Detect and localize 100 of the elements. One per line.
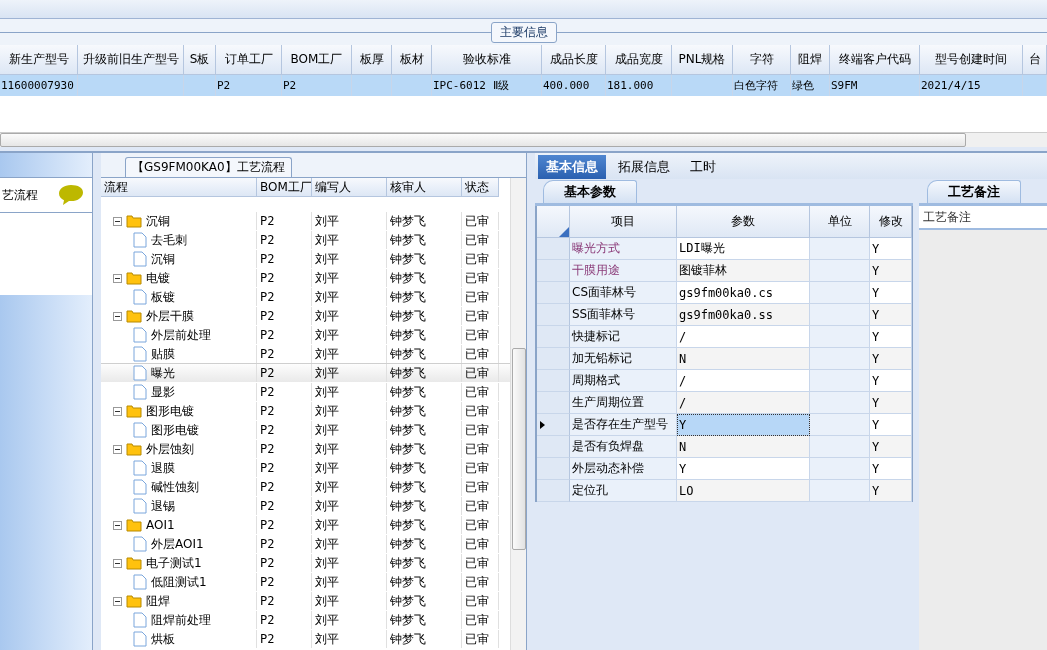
scrollbar-thumb[interactable] — [0, 133, 966, 147]
table-cell: 刘平 — [315, 307, 339, 325]
column-header[interactable]: 项目 — [570, 206, 677, 238]
table-cell: 181.000 — [606, 75, 672, 96]
column-header[interactable]: 核审人 — [387, 178, 462, 197]
node-label: 外层干膜 — [146, 307, 194, 325]
collapse-icon[interactable] — [113, 444, 122, 454]
column-header[interactable]: 板材 — [392, 45, 432, 75]
table-cell[interactable]: Y — [677, 458, 810, 480]
table-cell — [810, 370, 870, 392]
table-cell — [810, 458, 870, 480]
column-header[interactable]: 型号创建时间 — [920, 45, 1023, 75]
table-cell: 刘平 — [315, 611, 339, 629]
column-header[interactable]: 字符 — [733, 45, 791, 75]
table-cell[interactable]: / — [677, 392, 810, 414]
column-header[interactable]: 板厚 — [352, 45, 392, 75]
table-cell: S9FM — [830, 75, 920, 96]
table-cell: P2 — [260, 328, 275, 342]
table-cell — [810, 260, 870, 282]
collapse-icon[interactable] — [113, 311, 122, 321]
collapse-icon[interactable] — [113, 558, 122, 568]
table-cell — [392, 75, 432, 96]
document-icon — [133, 365, 147, 381]
table-cell[interactable]: gs9fm00ka0.ss — [677, 304, 810, 326]
table-cell: P2 — [260, 271, 275, 285]
tab[interactable]: 工艺备注 — [927, 180, 1021, 203]
column-header[interactable]: 状态 — [462, 178, 499, 197]
table-cell: 2021/4/15 — [920, 75, 1023, 96]
table-cell: 钟梦飞 — [390, 383, 426, 401]
table-cell[interactable]: / — [677, 370, 810, 392]
tab[interactable]: 工时 — [682, 155, 724, 179]
column-header[interactable]: 流程 — [101, 178, 257, 197]
column-header[interactable]: BOM工厂 — [282, 45, 352, 75]
column-header[interactable]: 新生产型号 — [0, 45, 78, 75]
column-header[interactable]: BOM工厂 — [257, 178, 312, 197]
table-cell[interactable]: LO — [677, 480, 810, 502]
column-header[interactable]: 验收标准 — [432, 45, 542, 75]
column-header[interactable]: 单位 — [810, 206, 870, 238]
folder-icon — [126, 404, 142, 418]
collapse-icon[interactable] — [113, 273, 122, 283]
table-cell: 刘平 — [315, 345, 339, 363]
table-cell: Y — [870, 326, 912, 348]
collapse-icon[interactable] — [113, 520, 122, 530]
column-header[interactable]: 阻焊 — [791, 45, 830, 75]
table-cell[interactable]: gs9fm00ka0.cs — [677, 282, 810, 304]
table-cell — [810, 414, 870, 436]
node-label: 外层前处理 — [151, 326, 211, 344]
table-cell: 已审 — [465, 554, 489, 572]
collapse-icon[interactable] — [113, 406, 122, 416]
column-header[interactable]: 终端客户代码 — [830, 45, 920, 75]
node-label: 外层AOI1 — [151, 535, 204, 553]
column-header[interactable]: 编写人 — [312, 178, 387, 197]
table-cell: P2 — [260, 594, 275, 608]
table-cell: Y — [870, 480, 912, 502]
table-cell: 钟梦飞 — [390, 573, 426, 591]
tree-row[interactable]: 曝光 P2 刘平 钟梦飞 已审 — [101, 363, 510, 382]
parameter-name: 周期格式 — [572, 372, 620, 389]
tab[interactable]: 基本参数 — [543, 180, 637, 203]
table-cell[interactable]: 图镀菲林 — [677, 260, 810, 282]
table-cell[interactable]: N — [677, 436, 810, 458]
row-header[interactable] — [537, 414, 570, 436]
table-cell: Y — [870, 370, 912, 392]
table-cell: 刘平 — [315, 554, 339, 572]
table-cell: 已审 — [465, 307, 489, 325]
column-header[interactable]: 台 — [1023, 45, 1047, 75]
tab[interactable]: 拓展信息 — [610, 155, 678, 179]
column-header[interactable]: S板 — [184, 45, 216, 75]
column-header[interactable]: 成品宽度 — [606, 45, 672, 75]
table-cell[interactable]: N — [677, 348, 810, 370]
node-label: 去毛刺 — [151, 231, 187, 249]
scrollbar-thumb[interactable] — [511, 348, 526, 550]
tab[interactable]: 基本信息 — [538, 155, 606, 179]
document-icon — [133, 498, 147, 514]
table-cell: 已审 — [465, 250, 489, 268]
table-cell — [810, 238, 870, 260]
column-header[interactable]: 参数 — [677, 206, 810, 238]
table-cell: P2 — [260, 613, 275, 627]
column-header[interactable]: 订单工厂 — [216, 45, 282, 75]
column-header[interactable]: PNL规格 — [672, 45, 733, 75]
table-cell: P2 — [260, 537, 275, 551]
table-cell: P2 — [260, 461, 275, 475]
folder-icon — [126, 594, 142, 608]
collapse-icon[interactable] — [113, 596, 122, 606]
table-cell: 钟梦飞 — [390, 516, 426, 534]
table-cell — [810, 392, 870, 414]
column-header[interactable]: 成品长度 — [542, 45, 606, 75]
speech-bubble-icon — [58, 184, 84, 206]
table-cell[interactable]: LDI曝光 — [677, 238, 810, 260]
table-cell: 刘平 — [315, 326, 339, 344]
column-header[interactable]: 升级前旧生产型号 — [78, 45, 184, 75]
collapse-icon[interactable] — [113, 216, 122, 226]
panel-title: 【GS9FM00KA0】工艺流程 — [125, 157, 292, 177]
node-label: 阻焊 — [146, 592, 170, 610]
field-label: 工艺备注 — [923, 208, 971, 226]
document-icon — [133, 289, 147, 305]
table-cell[interactable]: / — [677, 326, 810, 348]
table-cell[interactable]: Y — [677, 414, 810, 436]
column-header[interactable]: 修改 — [870, 206, 912, 238]
parameter-name: 是否有负焊盘 — [572, 438, 644, 455]
table-cell: 钟梦飞 — [390, 535, 426, 553]
